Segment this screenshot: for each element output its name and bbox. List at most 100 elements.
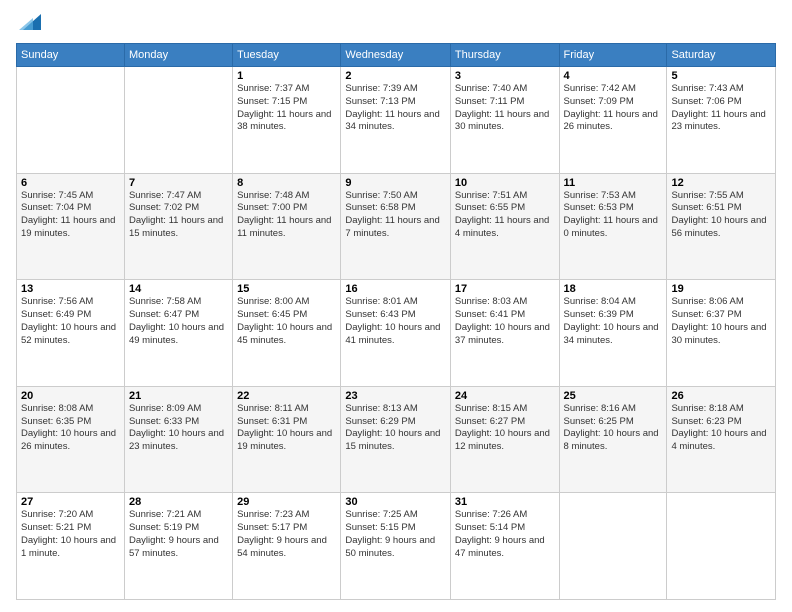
calendar-cell: 27Sunrise: 7:20 AM Sunset: 5:21 PM Dayli… bbox=[17, 493, 125, 600]
calendar-cell: 29Sunrise: 7:23 AM Sunset: 5:17 PM Dayli… bbox=[233, 493, 341, 600]
calendar-cell: 9Sunrise: 7:50 AM Sunset: 6:58 PM Daylig… bbox=[341, 173, 451, 280]
day-number: 18 bbox=[564, 283, 663, 295]
day-number: 12 bbox=[671, 177, 771, 189]
week-row-3: 20Sunrise: 8:08 AM Sunset: 6:35 PM Dayli… bbox=[17, 386, 776, 493]
day-header-friday: Friday bbox=[559, 44, 667, 67]
logo bbox=[16, 12, 41, 35]
calendar-cell bbox=[17, 67, 125, 174]
calendar-cell: 8Sunrise: 7:48 AM Sunset: 7:00 PM Daylig… bbox=[233, 173, 341, 280]
day-info: Sunrise: 8:16 AM Sunset: 6:25 PM Dayligh… bbox=[564, 403, 663, 454]
calendar-cell: 15Sunrise: 8:00 AM Sunset: 6:45 PM Dayli… bbox=[233, 280, 341, 387]
day-info: Sunrise: 7:39 AM Sunset: 7:13 PM Dayligh… bbox=[345, 83, 446, 134]
calendar-cell: 20Sunrise: 8:08 AM Sunset: 6:35 PM Dayli… bbox=[17, 386, 125, 493]
calendar-cell: 21Sunrise: 8:09 AM Sunset: 6:33 PM Dayli… bbox=[124, 386, 232, 493]
calendar-cell: 14Sunrise: 7:58 AM Sunset: 6:47 PM Dayli… bbox=[124, 280, 232, 387]
day-info: Sunrise: 7:51 AM Sunset: 6:55 PM Dayligh… bbox=[455, 190, 555, 241]
day-info: Sunrise: 8:03 AM Sunset: 6:41 PM Dayligh… bbox=[455, 296, 555, 347]
calendar-cell: 28Sunrise: 7:21 AM Sunset: 5:19 PM Dayli… bbox=[124, 493, 232, 600]
calendar-cell: 25Sunrise: 8:16 AM Sunset: 6:25 PM Dayli… bbox=[559, 386, 667, 493]
day-number: 6 bbox=[21, 177, 120, 189]
day-info: Sunrise: 7:55 AM Sunset: 6:51 PM Dayligh… bbox=[671, 190, 771, 241]
calendar-cell: 17Sunrise: 8:03 AM Sunset: 6:41 PM Dayli… bbox=[450, 280, 559, 387]
calendar-cell bbox=[667, 493, 776, 600]
day-header-wednesday: Wednesday bbox=[341, 44, 451, 67]
calendar-table: SundayMondayTuesdayWednesdayThursdayFrid… bbox=[16, 43, 776, 600]
day-info: Sunrise: 8:11 AM Sunset: 6:31 PM Dayligh… bbox=[237, 403, 336, 454]
day-number: 4 bbox=[564, 70, 663, 82]
calendar-header-row: SundayMondayTuesdayWednesdayThursdayFrid… bbox=[17, 44, 776, 67]
day-info: Sunrise: 8:15 AM Sunset: 6:27 PM Dayligh… bbox=[455, 403, 555, 454]
day-number: 23 bbox=[345, 390, 446, 402]
day-number: 29 bbox=[237, 496, 336, 508]
calendar-cell: 19Sunrise: 8:06 AM Sunset: 6:37 PM Dayli… bbox=[667, 280, 776, 387]
day-number: 31 bbox=[455, 496, 555, 508]
day-info: Sunrise: 8:18 AM Sunset: 6:23 PM Dayligh… bbox=[671, 403, 771, 454]
day-info: Sunrise: 8:04 AM Sunset: 6:39 PM Dayligh… bbox=[564, 296, 663, 347]
day-number: 2 bbox=[345, 70, 446, 82]
day-info: Sunrise: 8:09 AM Sunset: 6:33 PM Dayligh… bbox=[129, 403, 228, 454]
calendar-cell: 1Sunrise: 7:37 AM Sunset: 7:15 PM Daylig… bbox=[233, 67, 341, 174]
week-row-2: 13Sunrise: 7:56 AM Sunset: 6:49 PM Dayli… bbox=[17, 280, 776, 387]
calendar-cell: 24Sunrise: 8:15 AM Sunset: 6:27 PM Dayli… bbox=[450, 386, 559, 493]
day-number: 17 bbox=[455, 283, 555, 295]
calendar-cell bbox=[124, 67, 232, 174]
calendar-cell: 22Sunrise: 8:11 AM Sunset: 6:31 PM Dayli… bbox=[233, 386, 341, 493]
calendar-cell: 18Sunrise: 8:04 AM Sunset: 6:39 PM Dayli… bbox=[559, 280, 667, 387]
calendar-cell: 5Sunrise: 7:43 AM Sunset: 7:06 PM Daylig… bbox=[667, 67, 776, 174]
calendar-cell: 7Sunrise: 7:47 AM Sunset: 7:02 PM Daylig… bbox=[124, 173, 232, 280]
day-info: Sunrise: 7:53 AM Sunset: 6:53 PM Dayligh… bbox=[564, 190, 663, 241]
day-info: Sunrise: 7:45 AM Sunset: 7:04 PM Dayligh… bbox=[21, 190, 120, 241]
calendar-cell: 2Sunrise: 7:39 AM Sunset: 7:13 PM Daylig… bbox=[341, 67, 451, 174]
day-info: Sunrise: 7:25 AM Sunset: 5:15 PM Dayligh… bbox=[345, 509, 446, 560]
day-header-sunday: Sunday bbox=[17, 44, 125, 67]
day-number: 7 bbox=[129, 177, 228, 189]
day-info: Sunrise: 8:08 AM Sunset: 6:35 PM Dayligh… bbox=[21, 403, 120, 454]
calendar-cell: 11Sunrise: 7:53 AM Sunset: 6:53 PM Dayli… bbox=[559, 173, 667, 280]
day-header-monday: Monday bbox=[124, 44, 232, 67]
day-info: Sunrise: 7:26 AM Sunset: 5:14 PM Dayligh… bbox=[455, 509, 555, 560]
header bbox=[16, 12, 776, 35]
day-info: Sunrise: 7:58 AM Sunset: 6:47 PM Dayligh… bbox=[129, 296, 228, 347]
day-info: Sunrise: 7:42 AM Sunset: 7:09 PM Dayligh… bbox=[564, 83, 663, 134]
calendar-cell: 31Sunrise: 7:26 AM Sunset: 5:14 PM Dayli… bbox=[450, 493, 559, 600]
week-row-1: 6Sunrise: 7:45 AM Sunset: 7:04 PM Daylig… bbox=[17, 173, 776, 280]
day-info: Sunrise: 7:37 AM Sunset: 7:15 PM Dayligh… bbox=[237, 83, 336, 134]
calendar-cell: 30Sunrise: 7:25 AM Sunset: 5:15 PM Dayli… bbox=[341, 493, 451, 600]
day-number: 15 bbox=[237, 283, 336, 295]
day-number: 14 bbox=[129, 283, 228, 295]
day-number: 8 bbox=[237, 177, 336, 189]
day-header-saturday: Saturday bbox=[667, 44, 776, 67]
day-number: 5 bbox=[671, 70, 771, 82]
day-number: 11 bbox=[564, 177, 663, 189]
day-info: Sunrise: 8:00 AM Sunset: 6:45 PM Dayligh… bbox=[237, 296, 336, 347]
day-info: Sunrise: 7:43 AM Sunset: 7:06 PM Dayligh… bbox=[671, 83, 771, 134]
calendar-cell: 13Sunrise: 7:56 AM Sunset: 6:49 PM Dayli… bbox=[17, 280, 125, 387]
calendar-cell: 16Sunrise: 8:01 AM Sunset: 6:43 PM Dayli… bbox=[341, 280, 451, 387]
day-info: Sunrise: 7:56 AM Sunset: 6:49 PM Dayligh… bbox=[21, 296, 120, 347]
day-number: 26 bbox=[671, 390, 771, 402]
calendar-cell bbox=[559, 493, 667, 600]
day-number: 9 bbox=[345, 177, 446, 189]
week-row-0: 1Sunrise: 7:37 AM Sunset: 7:15 PM Daylig… bbox=[17, 67, 776, 174]
calendar-page: SundayMondayTuesdayWednesdayThursdayFrid… bbox=[0, 0, 792, 612]
calendar-cell: 10Sunrise: 7:51 AM Sunset: 6:55 PM Dayli… bbox=[450, 173, 559, 280]
calendar-cell: 4Sunrise: 7:42 AM Sunset: 7:09 PM Daylig… bbox=[559, 67, 667, 174]
day-info: Sunrise: 8:01 AM Sunset: 6:43 PM Dayligh… bbox=[345, 296, 446, 347]
day-info: Sunrise: 8:13 AM Sunset: 6:29 PM Dayligh… bbox=[345, 403, 446, 454]
day-info: Sunrise: 7:48 AM Sunset: 7:00 PM Dayligh… bbox=[237, 190, 336, 241]
day-info: Sunrise: 7:40 AM Sunset: 7:11 PM Dayligh… bbox=[455, 83, 555, 134]
day-number: 21 bbox=[129, 390, 228, 402]
day-header-thursday: Thursday bbox=[450, 44, 559, 67]
logo-icon bbox=[19, 12, 41, 30]
day-number: 20 bbox=[21, 390, 120, 402]
day-number: 3 bbox=[455, 70, 555, 82]
day-number: 24 bbox=[455, 390, 555, 402]
day-number: 25 bbox=[564, 390, 663, 402]
calendar-cell: 6Sunrise: 7:45 AM Sunset: 7:04 PM Daylig… bbox=[17, 173, 125, 280]
day-info: Sunrise: 7:20 AM Sunset: 5:21 PM Dayligh… bbox=[21, 509, 120, 560]
day-info: Sunrise: 7:47 AM Sunset: 7:02 PM Dayligh… bbox=[129, 190, 228, 241]
day-number: 19 bbox=[671, 283, 771, 295]
day-info: Sunrise: 7:21 AM Sunset: 5:19 PM Dayligh… bbox=[129, 509, 228, 560]
day-info: Sunrise: 7:50 AM Sunset: 6:58 PM Dayligh… bbox=[345, 190, 446, 241]
day-number: 10 bbox=[455, 177, 555, 189]
